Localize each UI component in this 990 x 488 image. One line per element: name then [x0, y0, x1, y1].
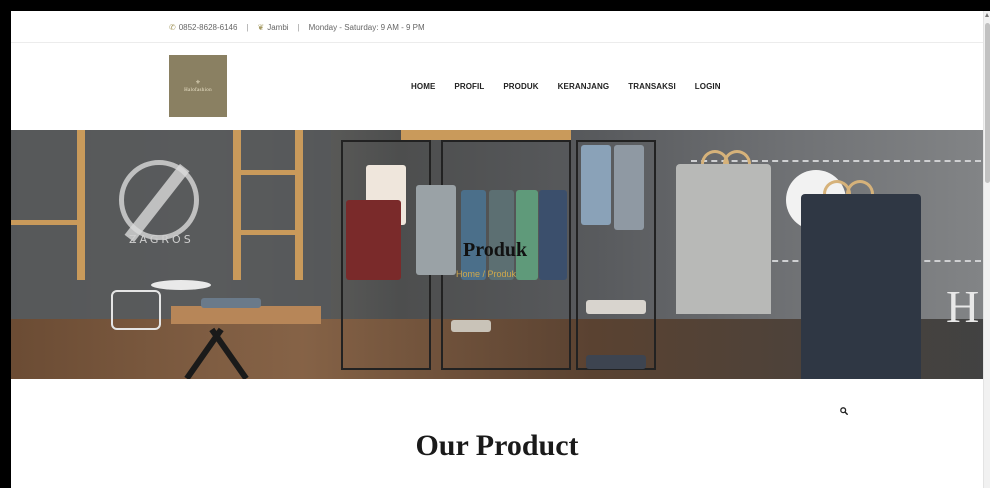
nav-keranjang[interactable]: KERANJANG	[558, 82, 610, 91]
wood-shelf	[401, 130, 571, 140]
site-logo[interactable]: ⚜ Halofashion	[169, 55, 227, 117]
nav-profil[interactable]: PROFIL	[454, 82, 484, 91]
logo-text: Halofashion	[184, 87, 212, 93]
location-text: Jambi	[267, 23, 289, 32]
wood-shelf	[233, 230, 303, 235]
wood-shelf-post	[295, 130, 303, 280]
search-icon[interactable]	[839, 406, 849, 416]
leaf-icon: ❦	[257, 23, 265, 32]
top-info-bar: ✆ 0852-8628-6146 | ❦ Jambi | Monday - Sa…	[11, 11, 990, 43]
nav-produk[interactable]: PRODUK	[503, 82, 538, 91]
wall-letter: H	[946, 281, 980, 332]
nav-transaksi[interactable]: TRANSAKSI	[628, 82, 676, 91]
garment	[416, 185, 456, 275]
hero-banner: ZAGROS H Produk Home / Produk	[11, 130, 983, 379]
section-title: Our Product	[415, 429, 579, 462]
hero-title: Produk	[463, 239, 528, 261]
wood-shelf-post	[77, 130, 85, 280]
nav-login[interactable]: LOGIN	[695, 82, 721, 91]
phone-icon: ✆	[169, 23, 176, 32]
breadcrumb[interactable]: Home / Produk	[456, 269, 516, 279]
folded-clothes	[586, 300, 646, 314]
wood-shelf	[11, 220, 85, 225]
garment	[346, 200, 401, 280]
wood-shelf	[233, 170, 303, 175]
opening-hours: Monday - Saturday: 9 AM - 9 PM	[308, 23, 425, 32]
folded-clothes	[451, 320, 491, 332]
folded-clothes	[201, 298, 261, 308]
scroll-up-arrow-icon[interactable]	[985, 13, 989, 17]
garment	[539, 190, 567, 280]
phone-number: 0852-8628-6146	[178, 23, 238, 32]
separator: |	[246, 23, 249, 32]
separator: |	[297, 23, 300, 32]
garment	[516, 190, 538, 280]
vertical-scrollbar[interactable]	[983, 11, 990, 488]
scrollbar-thumb[interactable]	[985, 23, 990, 183]
chair	[111, 290, 161, 330]
jacket-grey	[676, 164, 771, 314]
wall-brand-text: ZAGROS	[129, 233, 194, 246]
jacket-navy	[801, 194, 921, 379]
logo-mark-icon: ⚜	[195, 79, 201, 86]
hanger	[846, 180, 874, 194]
hanger	[723, 150, 751, 164]
nav-home[interactable]: HOME	[411, 82, 435, 91]
folded-clothes	[586, 355, 646, 369]
wood-shelf-post	[233, 130, 241, 280]
garment	[461, 190, 486, 280]
garment	[489, 190, 514, 280]
garment	[614, 145, 644, 230]
site-header: ⚜ Halofashion HOME PROFIL PRODUK KERANJA…	[11, 44, 990, 130]
browser-page: ✆ 0852-8628-6146 | ❦ Jambi | Monday - Sa…	[11, 11, 990, 488]
main-nav: HOME PROFIL PRODUK KERANJANG TRANSAKSI L…	[411, 82, 740, 91]
display-table	[171, 306, 321, 324]
garment	[581, 145, 611, 225]
round-table	[151, 280, 211, 290]
